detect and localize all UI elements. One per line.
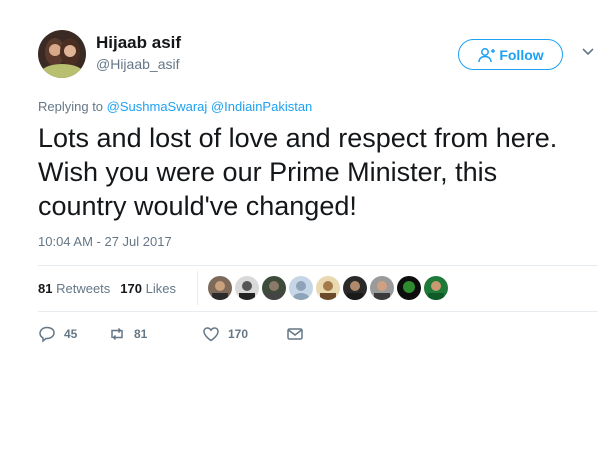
heart-icon xyxy=(203,327,219,342)
retweet-button[interactable]: 81 xyxy=(108,325,202,343)
follow-label: Follow xyxy=(499,46,544,63)
retweet-icon xyxy=(111,327,123,341)
divider xyxy=(38,265,598,266)
liker-avatar[interactable] xyxy=(262,276,286,300)
stats-divider xyxy=(197,271,198,305)
reply-icon xyxy=(39,326,55,343)
envelope-icon xyxy=(287,328,303,340)
replying-to: Replying to @SushmaSwaraj @IndiainPakist… xyxy=(38,99,312,114)
liker-avatar[interactable] xyxy=(370,276,394,300)
mention-link[interactable]: @SushmaSwaraj xyxy=(107,99,208,114)
liker-avatar[interactable] xyxy=(235,276,259,300)
author-avatar[interactable] xyxy=(38,30,86,78)
mention-link[interactable]: @IndiainPakistan xyxy=(211,99,312,114)
chevron-down-icon[interactable] xyxy=(582,48,594,56)
liker-avatar[interactable] xyxy=(289,276,313,300)
liker-avatar[interactable] xyxy=(208,276,232,300)
liker-avatar[interactable] xyxy=(424,276,448,300)
liker-avatar[interactable] xyxy=(343,276,367,300)
likes-label: Likes xyxy=(145,281,176,296)
author-name[interactable]: Hijaab asif xyxy=(96,33,181,53)
liker-avatars xyxy=(208,276,448,300)
reply-count: 45 xyxy=(64,327,78,341)
reply-button[interactable]: 45 xyxy=(38,325,108,343)
add-user-icon xyxy=(478,47,496,62)
retweet-count: 81 xyxy=(134,327,148,341)
retweets-stat[interactable]: 81 Retweets xyxy=(38,281,110,296)
like-button[interactable]: 170 xyxy=(202,325,286,343)
tweet-text: Lots and lost of love and respect from h… xyxy=(38,123,558,221)
likes-stat[interactable]: 170 Likes xyxy=(120,281,176,296)
direct-message-button[interactable] xyxy=(286,325,304,343)
tweet-stats: 81 Retweets 170 Likes xyxy=(38,281,176,296)
replying-prefix: Replying to xyxy=(38,99,104,114)
follow-button[interactable]: Follow xyxy=(458,39,563,70)
tweet-timestamp[interactable]: 10:04 AM - 27 Jul 2017 xyxy=(38,234,172,249)
liker-avatar[interactable] xyxy=(397,276,421,300)
liker-avatar[interactable] xyxy=(316,276,340,300)
retweets-label: Retweets xyxy=(56,281,111,296)
tweet-actions: 45 81 170 xyxy=(38,325,304,343)
divider xyxy=(38,311,598,312)
likes-count: 170 xyxy=(120,281,142,296)
retweets-count: 81 xyxy=(38,281,53,296)
author-handle[interactable]: @Hijaab_asif xyxy=(96,56,179,72)
like-count: 170 xyxy=(228,327,249,341)
